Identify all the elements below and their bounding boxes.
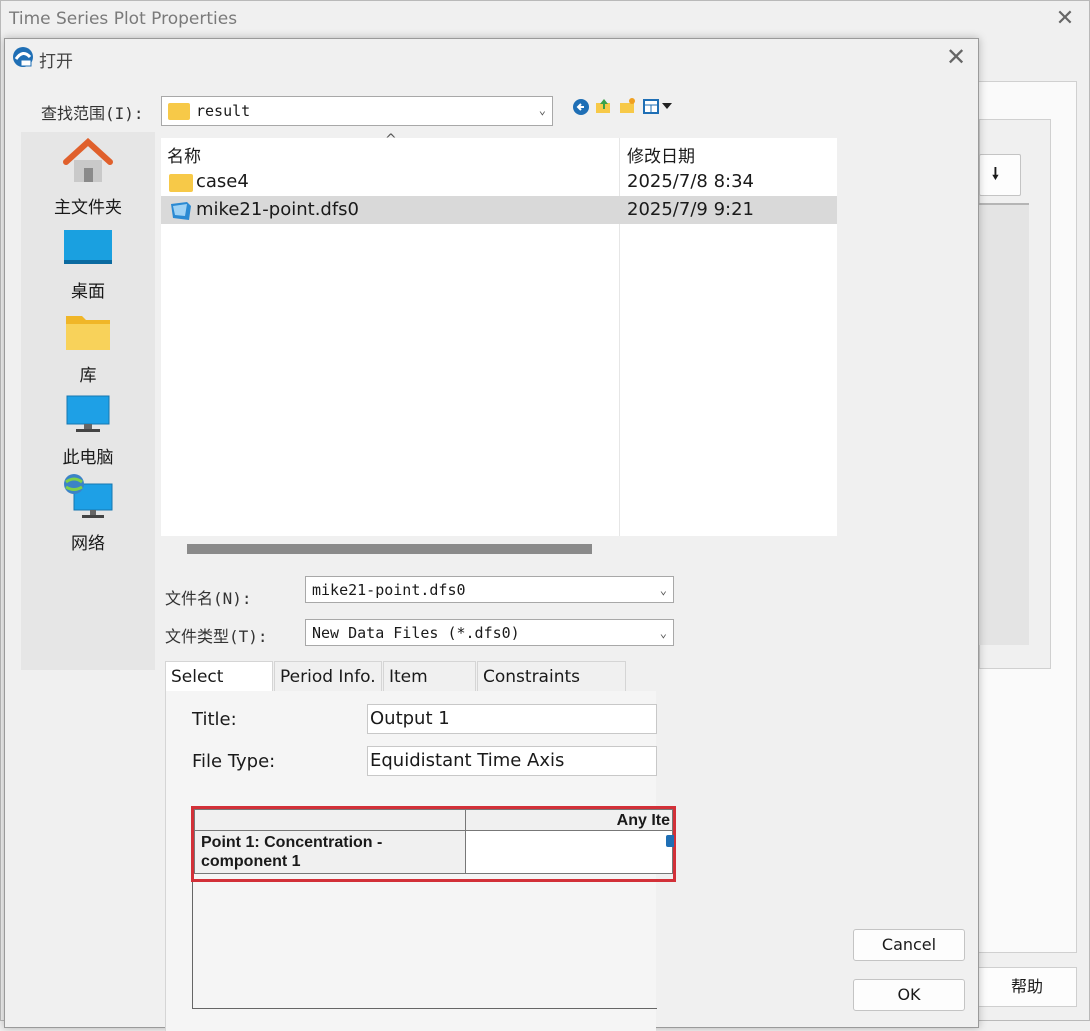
new-folder-icon[interactable] (619, 97, 637, 115)
tab-item-info[interactable]: Item Info. (383, 661, 476, 717)
mike-file-icon (169, 200, 193, 222)
title-label: Title: (192, 709, 237, 730)
place-home[interactable]: 主文件夹 (21, 137, 155, 218)
network-icon (64, 474, 113, 518)
filename-input[interactable]: mike21-point.dfs0 ⌄ (305, 576, 674, 603)
chevron-down-icon: ⌄ (538, 103, 546, 117)
file-modified: 2025/7/9 9:21 (627, 199, 754, 220)
filetype-value: New Data Files (*.dfs0) (312, 624, 520, 642)
column-header-name[interactable]: 名称 (167, 142, 201, 167)
place-desktop[interactable]: 桌面 (21, 228, 155, 302)
open-file-dialog: 打开 ✕ 查找范围(I): result ⌄ 主文件夹 桌面 库 此电脑 网络 … (4, 38, 979, 1031)
chevron-down-icon: ⌄ (659, 626, 667, 640)
grid-corner-cell (194, 809, 466, 831)
file-row-selected[interactable]: mike21-point.dfs0 2025/7/9 9:21 (161, 196, 837, 224)
file-name: case4 (196, 171, 249, 192)
folder-icon (168, 103, 190, 120)
computer-icon (66, 395, 110, 432)
column-header-modified[interactable]: 修改日期 (627, 142, 695, 167)
file-type-field: Equidistant Time Axis (367, 746, 657, 776)
outer-dropdown-button[interactable]: 🠗 (979, 154, 1021, 196)
tab-constraints-info[interactable]: Constraints Info. (477, 661, 626, 717)
dialog-close-button[interactable]: ✕ (941, 42, 971, 72)
grid-cell[interactable] (465, 830, 674, 874)
filename-label: 文件名(N): (165, 589, 252, 608)
filename-value: mike21-point.dfs0 (312, 581, 466, 599)
grid-row-header: Point 1: Concentration - component 1 (194, 830, 466, 874)
view-menu-icon[interactable] (643, 99, 673, 115)
file-row[interactable]: case4 2025/7/8 8:34 (161, 168, 837, 196)
ok-button[interactable]: OK (853, 979, 965, 1011)
sort-ascending-icon: ^ (385, 132, 397, 148)
outer-list-area (979, 203, 1029, 645)
library-icon (66, 316, 110, 350)
file-name: mike21-point.dfs0 (196, 199, 360, 220)
places-bar: 主文件夹 桌面 库 此电脑 网络 (21, 132, 155, 670)
outer-window-title: Time Series Plot Properties (9, 9, 238, 29)
place-network[interactable]: 网络 (21, 474, 155, 554)
lookin-label: 查找范围(I): (41, 104, 144, 123)
horizontal-scrollbar-thumb[interactable] (187, 544, 592, 554)
arrow-down-icon: 🠗 (992, 164, 999, 183)
item-selection-grid[interactable]: Any Ite Point 1: Concentration - compone… (191, 806, 676, 882)
home-icon (63, 137, 113, 182)
lookin-value: result (196, 102, 251, 120)
back-icon[interactable] (573, 99, 589, 115)
up-folder-icon[interactable] (595, 97, 613, 115)
tab-select-item[interactable]: Select Item (165, 661, 273, 717)
desktop-icon (64, 230, 112, 264)
file-list[interactable]: 名称 ^ 修改日期 case4 2025/7/8 8:34 mike21-poi… (161, 132, 837, 536)
title-field[interactable]: Output 1 (367, 704, 657, 734)
dialog-title: 打开 (39, 52, 73, 72)
grid-column-header[interactable]: Any Ite (465, 809, 673, 831)
place-computer[interactable]: 此电脑 (21, 394, 155, 468)
tab-period-info[interactable]: Period Info. (274, 661, 382, 691)
place-library[interactable]: 库 (21, 312, 155, 386)
file-modified: 2025/7/8 8:34 (627, 171, 754, 192)
filetype-select[interactable]: New Data Files (*.dfs0) ⌄ (305, 619, 674, 646)
cancel-button[interactable]: Cancel (853, 929, 965, 961)
chevron-down-icon: ⌄ (659, 583, 667, 597)
checkbox-icon[interactable] (666, 835, 674, 847)
help-button[interactable]: 帮助 (977, 967, 1077, 1007)
outer-close-button[interactable]: ✕ (1051, 5, 1079, 33)
file-type-label: File Type: (192, 751, 276, 772)
item-grid-area (192, 881, 657, 1009)
lookin-select[interactable]: result ⌄ (161, 96, 553, 126)
app-logo-icon (11, 45, 35, 69)
filetype-label: 文件类型(T): (165, 627, 268, 646)
folder-icon (169, 174, 193, 192)
